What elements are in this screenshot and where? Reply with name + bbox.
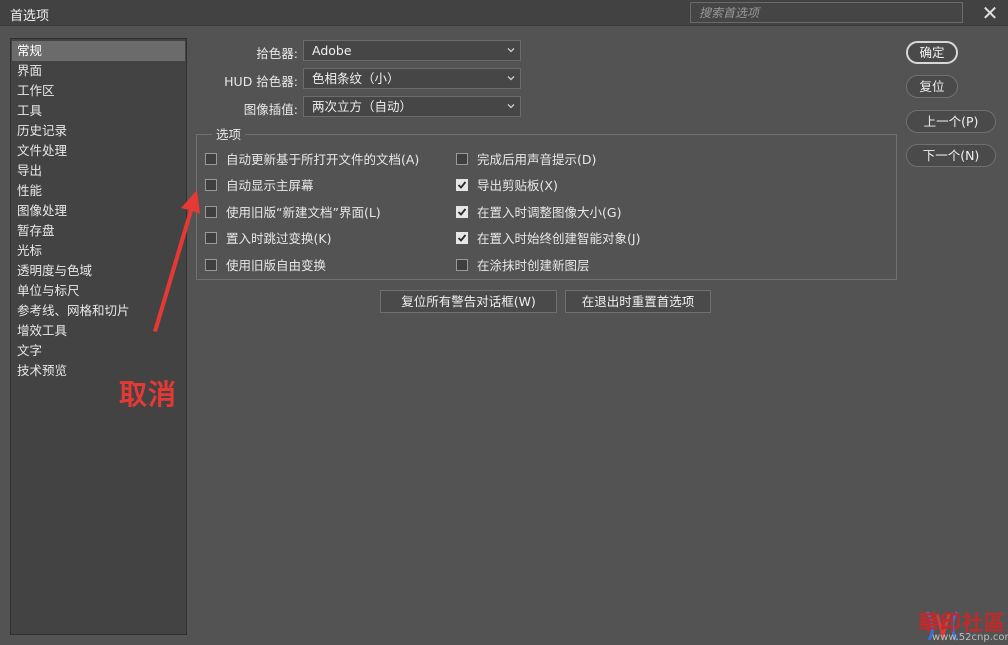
option-label: 在置入时始终创建智能对象(J) xyxy=(477,231,641,246)
chevron-down-icon xyxy=(507,104,515,109)
option-label: 完成后用声音提示(D) xyxy=(477,152,597,167)
option-row[interactable]: 置入时跳过变换(K) xyxy=(205,228,331,247)
image-interpolation-label: 图像插值: xyxy=(243,102,298,117)
option-label: 置入时跳过变换(K) xyxy=(226,231,332,246)
checkbox[interactable] xyxy=(205,205,217,218)
annotation-arrow-icon xyxy=(153,190,200,332)
checkbox-checked[interactable] xyxy=(456,231,468,244)
hud-color-picker-select[interactable]: 色相条纹（小） xyxy=(303,68,521,89)
reset-warnings-button[interactable]: 复位所有警告对话框(W) xyxy=(380,290,557,313)
chevron-down-icon xyxy=(507,76,515,81)
ok-button[interactable]: 确定 xyxy=(906,41,958,64)
option-row[interactable]: 使用旧版自由变换 xyxy=(205,255,326,274)
option-row[interactable]: 完成后用声音提示(D) xyxy=(456,149,596,168)
option-row[interactable]: 在置入时始终创建智能对象(J) xyxy=(456,228,640,247)
search-input[interactable] xyxy=(690,2,963,23)
option-row[interactable]: 自动更新基于所打开文件的文档(A) xyxy=(205,149,419,168)
checkbox[interactable] xyxy=(205,231,217,244)
checkbox[interactable] xyxy=(456,152,468,165)
sidebar-item[interactable]: 常规 xyxy=(12,41,185,61)
previous-button[interactable]: 上一个(P) xyxy=(906,110,996,133)
sidebar-item[interactable]: 界面 xyxy=(12,61,185,81)
option-row[interactable]: 自动显示主屏幕 xyxy=(205,175,314,194)
checkbox-checked[interactable] xyxy=(456,205,468,218)
option-row[interactable]: 使用旧版“新建文档”界面(L) xyxy=(205,202,381,221)
watermark-url: www.52cnp.com xyxy=(932,632,1008,643)
sidebar-item[interactable]: 工具 xyxy=(12,101,185,121)
annotation-text: 取消 xyxy=(119,378,178,411)
option-row[interactable]: 导出剪贴板(X) xyxy=(456,175,558,194)
color-picker-value: Adobe xyxy=(312,43,352,58)
hud-color-picker-label: HUD 拾色器: xyxy=(224,74,298,89)
close-icon[interactable]: ✕ xyxy=(980,3,1000,23)
checkmark-icon xyxy=(457,207,467,216)
checkmark-icon xyxy=(457,180,467,189)
image-interpolation-value: 两次立方（自动） xyxy=(312,99,413,114)
sidebar-item[interactable]: 文件处理 xyxy=(12,141,185,161)
option-label: 使用旧版自由变换 xyxy=(226,258,327,273)
dialog-title: 首选项 xyxy=(10,9,50,24)
sidebar-item[interactable]: 历史记录 xyxy=(12,121,185,141)
color-picker-label: 拾色器: xyxy=(256,46,298,61)
hud-color-picker-value: 色相条纹（小） xyxy=(312,71,400,86)
option-label: 导出剪贴板(X) xyxy=(477,178,558,193)
option-label: 自动显示主屏幕 xyxy=(226,178,314,193)
checkmark-icon xyxy=(457,233,467,242)
image-interpolation-select[interactable]: 两次立方（自动） xyxy=(303,96,521,117)
checkbox[interactable] xyxy=(205,258,217,271)
option-row[interactable]: 在置入时调整图像大小(G) xyxy=(456,202,621,221)
option-label: 使用旧版“新建文档”界面(L) xyxy=(226,205,381,220)
sidebar-item[interactable]: 文字 xyxy=(12,341,185,361)
sidebar-item[interactable]: 工作区 xyxy=(12,81,185,101)
option-label: 在涂抹时创建新图层 xyxy=(477,258,590,273)
reset-button[interactable]: 复位 xyxy=(906,75,958,98)
checkbox[interactable] xyxy=(205,178,217,191)
checkbox-checked[interactable] xyxy=(456,178,468,191)
option-label: 自动更新基于所打开文件的文档(A) xyxy=(226,152,420,167)
checkbox[interactable] xyxy=(205,152,217,165)
option-row[interactable]: 在涂抹时创建新图层 xyxy=(456,255,590,274)
reset-preferences-on-quit-button[interactable]: 在退出时重置首选项 xyxy=(565,290,711,313)
color-picker-select[interactable]: Adobe xyxy=(303,40,521,61)
next-button[interactable]: 下一个(N) xyxy=(906,144,996,167)
chevron-down-icon xyxy=(507,48,515,53)
option-label: 在置入时调整图像大小(G) xyxy=(477,205,622,220)
title-bar: 首选项 ✕ xyxy=(0,0,1008,26)
options-legend: 选项 xyxy=(212,124,246,143)
checkbox[interactable] xyxy=(456,258,468,271)
sidebar-item[interactable]: 导出 xyxy=(12,161,185,181)
